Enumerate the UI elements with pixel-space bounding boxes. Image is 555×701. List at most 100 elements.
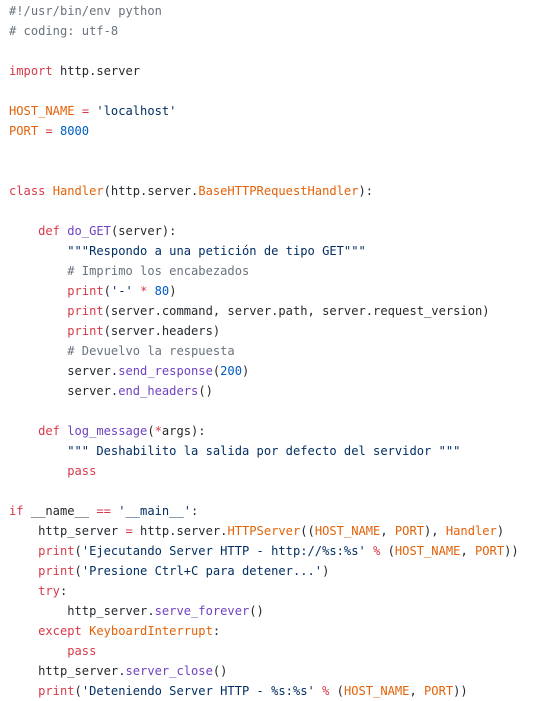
code-token-plain: ),: [424, 524, 446, 538]
code-token-operator: =: [125, 524, 133, 538]
code-token-plain: ):: [358, 184, 374, 198]
code-token-number: 80: [154, 284, 170, 298]
code-token-keyword: print: [67, 324, 104, 338]
code-token-entity: Handler: [445, 524, 497, 538]
code-line: #!/usr/bin/env python: [9, 1, 555, 21]
code-token-keyword: print: [67, 284, 104, 298]
code-token-entity: HTTPServer: [227, 524, 301, 538]
code-token-plain: ,: [460, 544, 475, 558]
code-token-plain: :: [59, 584, 68, 598]
code-token-keyword: pass: [67, 644, 97, 658]
code-token-entity: PORT: [394, 524, 425, 538]
code-token-string: 'Ejecutando Server HTTP - http://%s:%s': [81, 544, 366, 558]
code-token-plain: http.server.: [132, 524, 228, 538]
code-token-plain: (: [74, 544, 82, 558]
code-token-operator: =: [45, 124, 53, 138]
code-line: print('Ejecutando Server HTTP - http://%…: [9, 541, 555, 561]
code-token-string: 'localhost': [96, 104, 177, 118]
code-token-plain: ((: [300, 524, 315, 538]
code-token-entity: BaseHTTPRequestHandler: [198, 184, 359, 198]
code-token-plain: http_server.: [9, 664, 126, 678]
code-token-plain: ): [322, 564, 330, 578]
code-token-entity: HOST_NAME: [343, 684, 410, 698]
code-view[interactable]: #!/usr/bin/env python # coding: utf-8 imp…: [0, 0, 555, 700]
code-token-keyword: print: [38, 684, 75, 698]
code-line: print('Deteniendo Server HTTP - %s:%s' %…: [9, 681, 555, 701]
code-token-plain: (: [147, 424, 155, 438]
code-token-plain: )): [504, 544, 519, 558]
code-token-builtin: serve_forever: [154, 604, 250, 618]
code-line: PORT = 8000: [9, 121, 555, 141]
code-token-number: 8000: [59, 124, 90, 138]
code-line: server.send_response(200): [9, 361, 555, 381]
code-token-entity: PORT: [475, 544, 505, 558]
code-token-plain: (): [249, 604, 264, 618]
code-line: try:: [9, 581, 555, 601]
code-token-keyword: print: [38, 564, 75, 578]
code-token-plain: (: [329, 684, 344, 698]
code-token-plain: ,: [409, 684, 425, 698]
code-token-keyword: def: [38, 224, 60, 238]
code-token-string: 'Deteniendo Server HTTP - %s:%s': [81, 684, 315, 698]
code-token-plain: __name__: [23, 504, 97, 518]
code-token-plain: (): [198, 384, 213, 398]
code-token-comment: # coding: utf-8: [9, 24, 119, 38]
code-token-plain: ,: [380, 524, 395, 538]
code-token-entity: HOST_NAME: [314, 524, 381, 538]
code-line: print('Presione Ctrl+C para detener...'): [9, 561, 555, 581]
code-token-builtin: end_headers: [118, 384, 199, 398]
code-token-plain: ): [242, 364, 250, 378]
code-token-plain: http_server: [9, 524, 126, 538]
code-token-plain: (): [212, 664, 228, 678]
code-line: """ Deshabilito la salida por defecto de…: [9, 441, 555, 461]
code-line: print(server.command, server.path, serve…: [9, 301, 555, 321]
code-token-entity: PORT: [9, 124, 39, 138]
code-token-keyword: def: [38, 424, 60, 438]
code-token-keyword: print: [67, 304, 104, 318]
code-token-builtin: server_close: [125, 664, 213, 678]
code-token-plain: :: [191, 504, 199, 518]
code-token-plain: )): [453, 684, 468, 698]
code-token-plain: (server.command, server.path, server.req…: [103, 304, 490, 318]
code-token-plain: (server):: [110, 224, 177, 238]
code-token-comment: #!/usr/bin/env python: [9, 4, 162, 18]
code-token-keyword: except: [38, 624, 82, 638]
code-token-entity: KeyboardInterrupt: [89, 624, 213, 638]
code-token-builtin: log_message: [67, 424, 148, 438]
code-token-entity: Handler: [52, 184, 104, 198]
code-token-plain: (: [74, 684, 82, 698]
code-token-plain: ): [169, 284, 177, 298]
code-line: print(server.headers): [9, 321, 555, 341]
code-token-plain: args):: [161, 424, 206, 438]
code-line: http_server.server_close(): [9, 661, 555, 681]
code-token-keyword: if: [9, 504, 24, 518]
code-line: """Respondo a una petición de tipo GET""…: [9, 241, 555, 261]
code-token-number: 200: [220, 364, 242, 378]
code-token-string: '-': [110, 284, 133, 298]
code-token-plain: :: [212, 624, 221, 638]
code-token-entity: PORT: [424, 684, 454, 698]
code-token-operator: *: [154, 424, 162, 438]
